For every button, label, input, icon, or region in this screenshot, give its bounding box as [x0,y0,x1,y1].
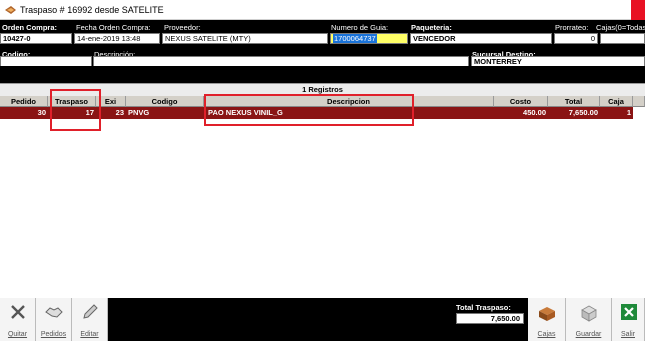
col-filler [633,96,645,107]
handshake-icon [45,307,63,318]
prorrateo-field[interactable]: 0 [554,33,598,44]
app-icon [5,6,16,14]
annotation-box-traspaso [50,89,101,131]
orden-compra-field[interactable]: 10427-0 [0,33,72,44]
guia-field[interactable]: 1700064737 [330,33,408,44]
salir-button[interactable]: Salir [612,298,645,341]
window-title: Traspaso # 16992 desde SATELITE [20,5,164,15]
guia-label: Numero de Guia: [331,23,389,32]
col-total[interactable]: Total [548,96,600,107]
cell-total: 7,650.00 [548,107,600,119]
total-traspaso-field: 7,650.00 [456,313,524,324]
paqueteria-label: Paqueteria: [411,23,452,32]
col-codigo[interactable]: Codigo [126,96,204,107]
close-button[interactable] [631,0,645,20]
header-spacer [0,66,645,83]
exit-icon [621,304,637,320]
proveedor-field[interactable]: NEXUS SATELITE (MTY) [162,33,328,44]
salir-label: Salir [620,331,635,338]
fecha-field[interactable]: 14-ene-2019 13:48 [74,33,160,44]
pencil-icon [83,304,98,319]
bottom-toolbar: Quitar Pedidos Editar Total Traspaso: 7,… [0,298,645,341]
cell-codigo: PNVG [126,107,204,119]
col-costo[interactable]: Costo [494,96,548,107]
cajas-label: Cajas(0=Todas [596,23,645,32]
quitar-button[interactable]: Quitar [0,298,36,341]
cajas-button[interactable]: Cajas [528,298,566,341]
cell-pedido: 30 [0,107,48,119]
guardar-label: Guardar [575,331,602,338]
cajas-field[interactable] [600,33,645,44]
paqueteria-field[interactable]: VENCEDOR [410,33,552,44]
total-traspaso-label: Total Traspaso: [456,303,511,312]
close-x-icon [11,305,25,319]
pedidos-label: Pedidos [40,331,67,338]
cell-costo: 450.00 [494,107,548,119]
fecha-label: Fecha Orden Compra: [76,23,151,32]
editar-label: Editar [80,331,99,338]
cell-caja: 1 [600,107,633,119]
guardar-button[interactable]: Guardar [566,298,612,341]
cell-filler [633,107,645,119]
col-pedido[interactable]: Pedido [0,96,48,107]
pedidos-button[interactable]: Pedidos [36,298,72,341]
save-box-icon [581,305,597,322]
order-header: Orden Compra: 10427-0 Fecha Orden Compra… [0,20,645,67]
traspaso-grid: 1 Registros Pedido Traspaso Exi Codigo D… [0,83,645,298]
quitar-label: Quitar [7,331,28,338]
title-bar: Traspaso # 16992 desde SATELITE [0,0,645,20]
cajas-btn-label: Cajas [537,331,556,338]
col-caja[interactable]: Caja [600,96,633,107]
boxes-icon [539,307,555,321]
annotation-box-descripcion [204,94,414,126]
editar-button[interactable]: Editar [72,298,108,341]
proveedor-label: Proveedor: [164,23,201,32]
prorrateo-label: Prorrateo: [555,23,589,32]
orden-compra-label: Orden Compra: [2,23,58,32]
guia-value: 1700064737 [333,34,377,43]
